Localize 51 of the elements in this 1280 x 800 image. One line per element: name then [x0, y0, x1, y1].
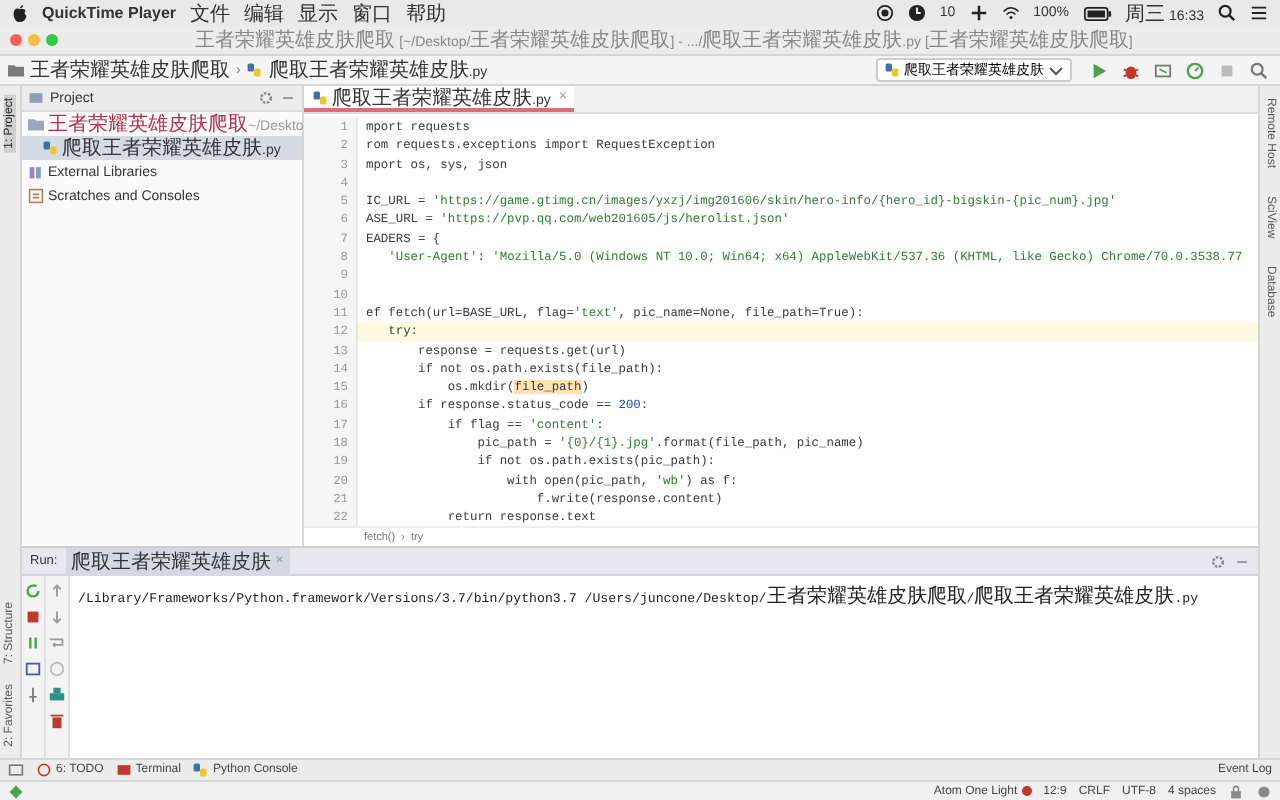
battery-icon: [1083, 5, 1112, 21]
stop-icon[interactable]: [24, 608, 42, 626]
pin-icon[interactable]: [24, 686, 42, 704]
python-file-icon: [42, 140, 58, 156]
wrap-icon[interactable]: [48, 634, 66, 652]
python-logo-icon: [192, 762, 209, 778]
gear-icon[interactable]: [1210, 553, 1226, 569]
wifi-icon[interactable]: [1001, 4, 1020, 22]
lock-icon[interactable]: [1228, 783, 1244, 799]
record-icon[interactable]: [875, 4, 894, 22]
run-icon[interactable]: [1090, 61, 1108, 79]
panel-toggle-icon[interactable]: [8, 762, 24, 778]
apple-logo-icon[interactable]: [12, 3, 28, 23]
python-file-icon: [246, 62, 263, 78]
trash-icon[interactable]: [48, 712, 66, 730]
printer-icon[interactable]: [48, 686, 66, 704]
menu-item[interactable]: 显示: [298, 0, 338, 27]
layout-icon[interactable]: [24, 660, 42, 678]
menu-item[interactable]: 窗口: [352, 0, 392, 27]
terminal-icon: [115, 762, 132, 778]
up-arrow-icon[interactable]: [48, 582, 66, 600]
bug-icon[interactable]: [1122, 61, 1140, 79]
gear-icon[interactable]: [258, 90, 274, 106]
scroll-icon[interactable]: [48, 660, 66, 678]
profiler-icon[interactable]: [1186, 61, 1204, 79]
tab-label: 爬取王者荣耀英雄皮肤: [71, 549, 272, 575]
library-icon: [28, 164, 44, 180]
folder-icon: [8, 62, 24, 78]
menu-item[interactable]: 编辑: [244, 0, 284, 27]
caret-icon: [1048, 62, 1064, 78]
rerun-icon[interactable]: [24, 582, 42, 600]
list-icon[interactable]: [1250, 4, 1268, 22]
plus-icon[interactable]: [969, 4, 988, 22]
console-icon: [28, 188, 44, 204]
menu-item[interactable]: 帮助: [406, 0, 446, 27]
pause-icon[interactable]: [24, 634, 42, 652]
python-file-icon: [884, 62, 900, 78]
folder-icon: [28, 116, 44, 132]
inspector-icon[interactable]: [1256, 783, 1272, 799]
search-icon[interactable]: [1218, 4, 1236, 22]
project-view-icon: [28, 90, 44, 106]
menu-app-name[interactable]: QuickTime Player: [42, 4, 176, 22]
circle-icon: [36, 762, 52, 778]
close-window-button[interactable]: [10, 34, 22, 46]
menu-item[interactable]: 文件: [190, 0, 230, 27]
zoom-window-button[interactable]: [46, 34, 58, 46]
coverage-icon[interactable]: [1154, 61, 1172, 79]
breadcrumb-item[interactable]: 王者荣耀英雄皮肤爬取: [30, 56, 230, 84]
python-file-icon: [312, 89, 328, 105]
down-arrow-icon[interactable]: [48, 608, 66, 626]
clock-icon[interactable]: [907, 4, 926, 22]
